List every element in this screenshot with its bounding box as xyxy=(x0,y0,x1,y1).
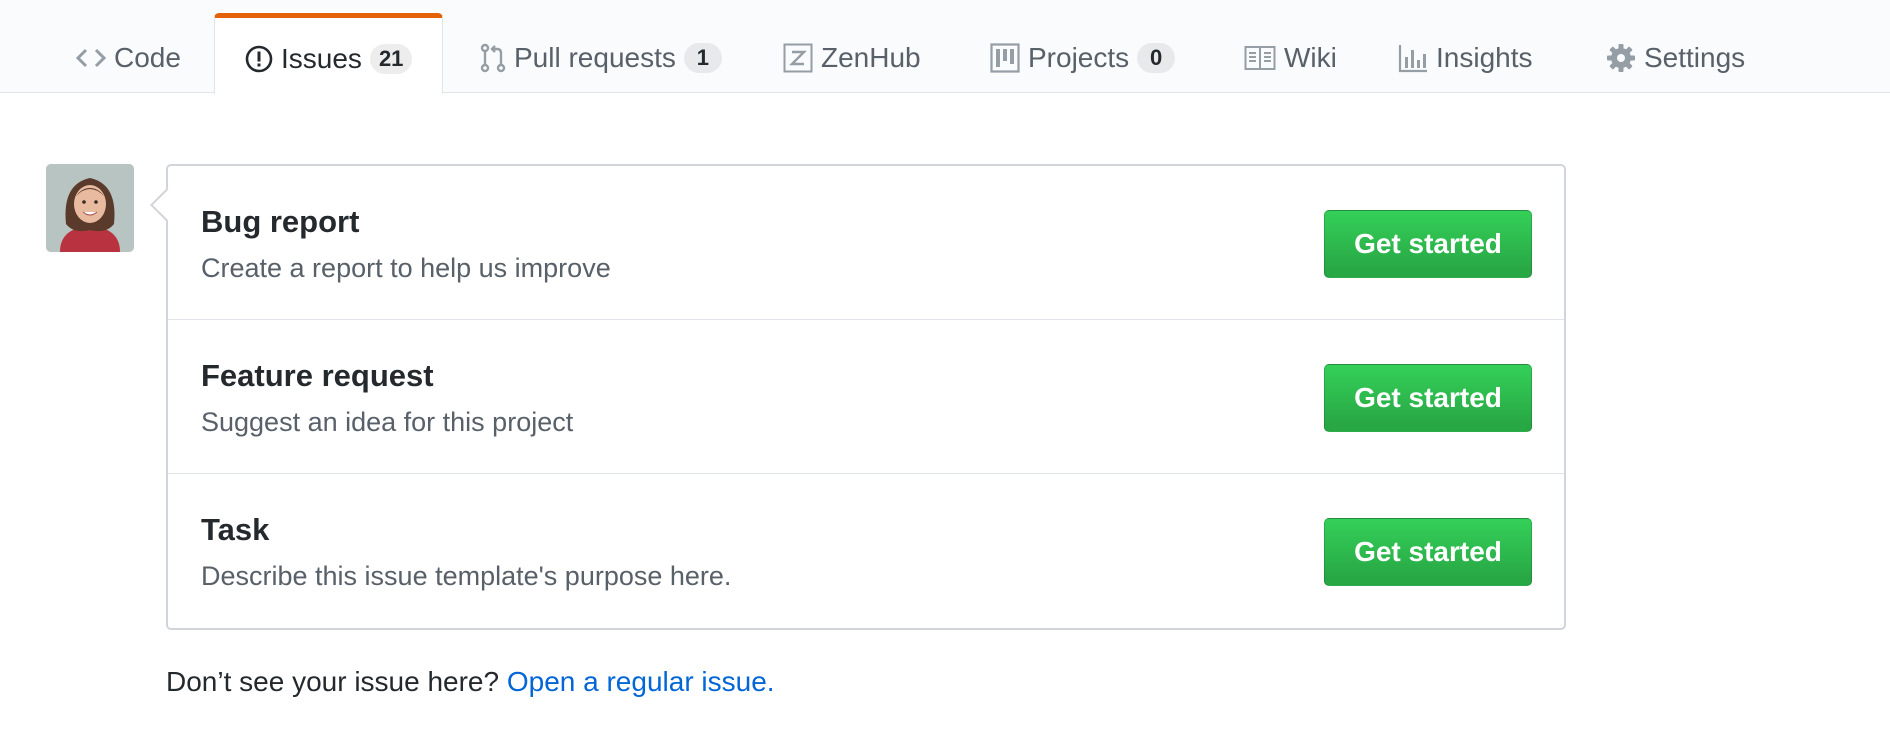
template-row-bug-report: Bug report Create a report to help us im… xyxy=(168,166,1564,320)
tab-zenhub[interactable]: ZenHub xyxy=(783,13,921,93)
get-started-button[interactable]: Get started xyxy=(1324,364,1532,432)
issue-template-list: Bug report Create a report to help us im… xyxy=(150,164,1566,630)
tab-label: Pull requests xyxy=(514,42,676,73)
code-icon xyxy=(76,47,106,69)
zenhub-icon xyxy=(783,43,813,73)
tab-label: Insights xyxy=(1436,42,1533,73)
project-icon xyxy=(990,43,1020,73)
get-started-button[interactable]: Get started xyxy=(1324,210,1532,278)
avatar[interactable] xyxy=(46,164,134,252)
template-title: Bug report xyxy=(201,204,360,239)
issue-opened-icon xyxy=(245,45,273,73)
blank-issue-prompt: Don’t see your issue here? Open a regula… xyxy=(166,666,775,698)
template-description: Describe this issue template's purpose h… xyxy=(201,561,732,591)
tab-label: Code xyxy=(114,42,181,73)
tab-label: Issues xyxy=(281,42,362,74)
tab-code[interactable]: Code xyxy=(76,13,181,93)
template-description: Suggest an idea for this project xyxy=(201,407,574,437)
gear-icon xyxy=(1606,43,1636,73)
template-row-task: Task Describe this issue template's purp… xyxy=(168,474,1564,628)
tab-insights[interactable]: Insights xyxy=(1398,13,1533,93)
git-pull-request-icon xyxy=(480,43,506,73)
repo-nav-tabbar: Code Issues 21 Pull requests 1 ZenHub Pr… xyxy=(0,0,1890,94)
template-description: Create a report to help us improve xyxy=(201,253,611,283)
open-regular-issue-link[interactable]: Open a regular issue. xyxy=(507,666,775,697)
tab-pull-requests[interactable]: Pull requests 1 xyxy=(480,13,722,93)
book-icon xyxy=(1244,45,1276,71)
tab-projects[interactable]: Projects 0 xyxy=(990,13,1176,93)
get-started-button[interactable]: Get started xyxy=(1324,518,1532,586)
projects-count-badge: 0 xyxy=(1137,43,1176,73)
template-title: Feature request xyxy=(201,358,434,393)
tab-wiki[interactable]: Wiki xyxy=(1244,13,1337,93)
template-row-feature-request: Feature request Suggest an idea for this… xyxy=(168,320,1564,474)
issues-count-badge: 21 xyxy=(369,43,413,74)
pull-requests-count-badge: 1 xyxy=(683,43,722,73)
tab-issues[interactable]: Issues 21 xyxy=(214,13,444,94)
tab-label: Wiki xyxy=(1284,42,1337,73)
tab-label: Projects xyxy=(1028,42,1130,73)
graph-icon xyxy=(1398,43,1428,73)
tab-label: Settings xyxy=(1644,42,1746,73)
blank-issue-text: Don’t see your issue here? xyxy=(166,666,500,697)
tab-settings[interactable]: Settings xyxy=(1606,13,1745,93)
tab-label: ZenHub xyxy=(821,42,921,73)
template-title: Task xyxy=(201,512,270,547)
